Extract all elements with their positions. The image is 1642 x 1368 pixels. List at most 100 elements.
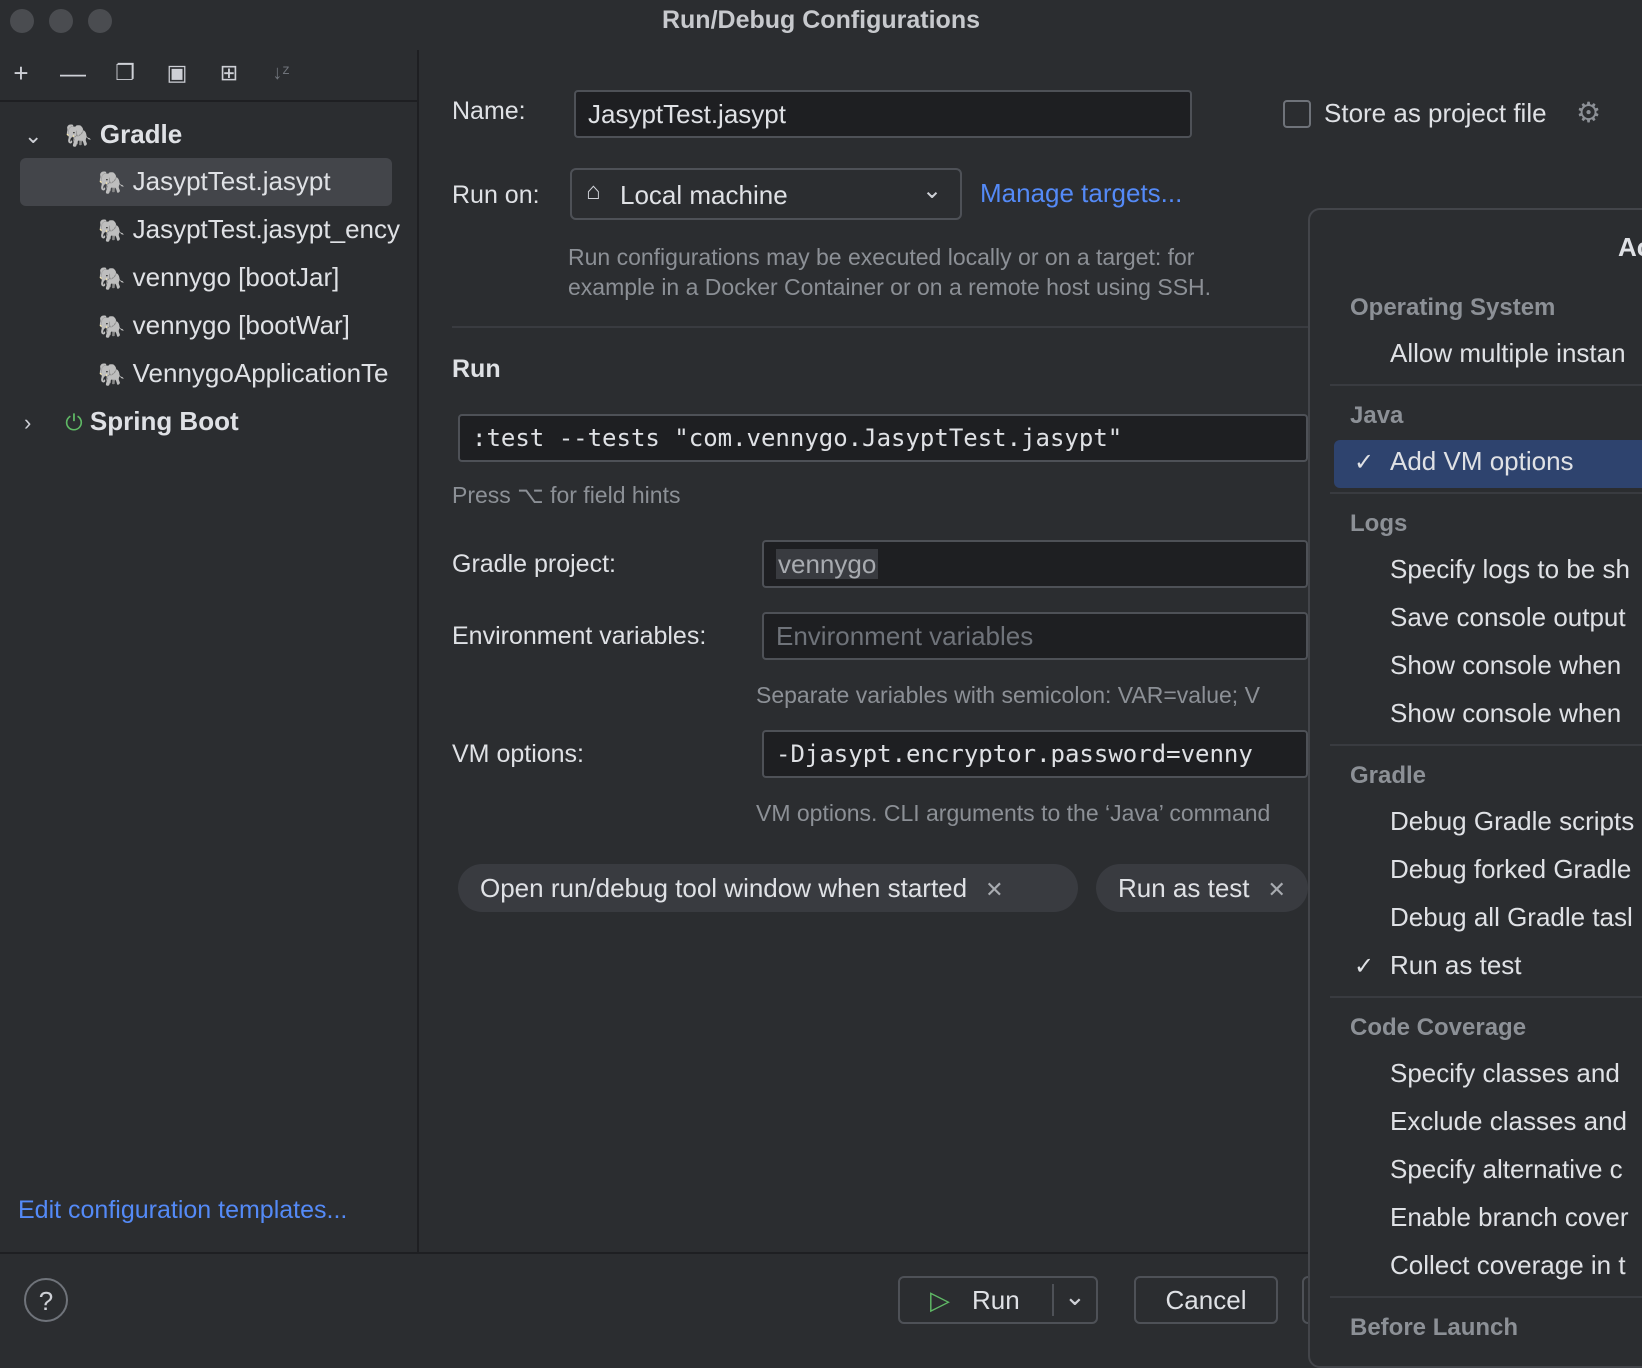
env-variables-input[interactable]: Environment variables [762,612,1308,660]
checkmark-icon: ✓ [1354,953,1375,980]
tree-item-label: vennygo [bootJar] [132,262,340,292]
option-enable-branch-coverage[interactable]: Enable branch cover [1390,1202,1628,1233]
option-exclude-classes[interactable]: Exclude classes and [1390,1106,1627,1137]
gradle-config-icon: 🐘 [98,266,126,291]
window-title: Run/Debug Configurations [661,6,981,34]
tree-item-bootjar[interactable]: 🐘 vennygo [bootJar] [98,254,416,300]
help-button[interactable]: ? [24,1278,68,1322]
section-divider [452,326,1308,328]
option-specify-classes[interactable]: Specify classes and [1390,1058,1620,1089]
run-split-button: ▷ Run ⌄ [898,1276,1098,1324]
vm-options-hint: VM options. CLI arguments to the ‘Java’ … [756,800,1271,826]
remove-icon[interactable]: — [56,56,90,90]
vm-options-input[interactable]: -Djasypt.encryptor.password=venny [762,730,1308,778]
group-gradle: Gradle [1350,762,1427,789]
tree-group-spring-boot[interactable]: › ⏻ Spring Boot [24,398,414,444]
chevron-down-icon: ⌄ [922,177,943,204]
new-folder-icon[interactable]: ⊞ [212,56,246,90]
option-show-console-stdout[interactable]: Show console when [1390,650,1621,681]
option-add-vm-options[interactable]: Add VM options [1390,446,1574,477]
sort-icon[interactable]: ↓ᶻ [264,56,298,90]
tree-item-bootwar[interactable]: 🐘 vennygo [bootWar] [98,302,416,348]
chevron-down-icon[interactable]: ⌄ [1064,1274,1086,1318]
checkmark-icon: ✓ [1354,449,1375,476]
gear-icon[interactable]: ⚙ [1576,96,1601,129]
tree-item-jasypttest-ency[interactable]: 🐘 JasyptTest.jasypt_ency [98,206,416,252]
tree-item-label: VennygoApplicationTe [132,358,389,388]
toolbar-divider [0,100,417,102]
option-debug-all-tasks[interactable]: Debug all Gradle tasl [1390,902,1633,933]
run-icon: ▷ [930,1285,950,1315]
close-icon[interactable]: ✕ [985,877,1003,902]
manage-targets-link[interactable]: Manage targets... [980,178,1182,209]
split-divider [1052,1284,1054,1316]
option-specify-alternative[interactable]: Specify alternative c [1390,1154,1623,1185]
run-button[interactable]: Run [972,1278,1020,1322]
tree-item-jasypttest[interactable]: 🐘 JasyptTest.jasypt [98,158,416,204]
gradle-config-icon: 🐘 [98,314,126,339]
tree-item-label: JasyptTest.jasypt [132,166,331,196]
field-hints-text: Press ⌥ for field hints [452,482,681,508]
run-on-dropdown[interactable]: ⌂ Local machine ⌄ [570,168,962,220]
option-run-as-test[interactable]: Run as test [1390,950,1522,981]
run-on-value: Local machine [620,180,788,210]
gradle-config-icon: 🐘 [98,218,126,243]
option-specify-logs[interactable]: Specify logs to be sh [1390,554,1630,585]
tree-group-label: Spring Boot [89,406,239,436]
tree-item-label: JasyptTest.jasypt_ency [132,214,400,244]
name-input[interactable]: JasyptTest.jasypt [574,90,1192,138]
run-on-hint-line2: example in a Docker Container or on a re… [568,274,1212,300]
option-debug-gradle-scripts[interactable]: Debug Gradle scripts [1390,806,1634,837]
option-debug-forked[interactable]: Debug forked Gradle [1390,854,1631,885]
option-allow-multiple[interactable]: Allow multiple instan [1390,338,1626,369]
gradle-project-input[interactable]: vennygo [762,540,1308,588]
tree-item-application-test[interactable]: 🐘 VennygoApplicationTe [98,350,416,396]
copy-icon[interactable]: ❐ [108,56,142,90]
option-collect-coverage[interactable]: Collect coverage in t [1390,1250,1626,1281]
chip-label: Run as test [1118,873,1250,903]
tree-group-label: Gradle [99,119,183,149]
run-section-title: Run [452,355,501,383]
gradle-icon: 🐘 [65,123,93,148]
save-icon[interactable]: ▣ [160,56,194,90]
popup-separator [1330,492,1642,494]
home-icon: ⌂ [586,178,601,205]
tree-item-label: vennygo [bootWar] [132,310,350,340]
name-label: Name: [452,97,526,125]
run-on-hint-line1: Run configurations may be executed local… [568,244,1195,270]
env-variables-hint: Separate variables with semicolon: VAR=v… [756,682,1260,708]
chip-run-as-test: Run as test ✕ [1096,864,1308,912]
group-java: Java [1350,402,1404,429]
gradle-project-value: vennygo [776,549,879,579]
store-project-label: Store as project file [1324,98,1547,128]
option-save-console[interactable]: Save console output [1390,602,1626,633]
add-icon[interactable]: + [4,56,38,90]
gradle-config-icon: 🐘 [98,362,126,387]
store-project-checkbox[interactable] [1283,100,1311,128]
option-show-console-stderr[interactable]: Show console when [1390,698,1621,729]
cancel-button[interactable]: Cancel [1134,1276,1278,1324]
popup-separator [1330,1296,1642,1298]
group-operating-system: Operating System [1350,294,1556,321]
env-variables-label: Environment variables: [452,622,707,650]
chip-open-tool-window: Open run/debug tool window when started ✕ [458,864,1078,912]
chevron-right-icon: › [24,410,32,435]
run-on-label: Run on: [452,181,540,209]
edit-templates-link[interactable]: Edit configuration templates... [18,1196,347,1225]
spring-boot-icon: ⏻ [65,410,83,435]
popup-separator [1330,996,1642,998]
modify-options-popup: Ac Operating System Allow multiple insta… [1308,208,1642,1368]
popup-separator [1330,744,1642,746]
chip-label: Open run/debug tool window when started [480,873,968,903]
group-code-coverage: Code Coverage [1350,1014,1527,1041]
close-icon[interactable]: ✕ [1268,877,1286,902]
gradle-config-icon: 🐘 [98,170,126,195]
vm-options-label: VM options: [452,740,585,768]
tree-group-gradle[interactable]: ⌄ 🐘 Gradle [24,111,414,157]
group-before-launch: Before Launch [1350,1314,1519,1341]
popup-separator [1330,384,1642,386]
popup-title: Ac [1618,232,1642,262]
run-command-input[interactable]: :test --tests "com.vennygo.JasyptTest.ja… [458,414,1308,462]
gradle-project-label: Gradle project: [452,550,616,578]
group-logs: Logs [1350,510,1408,537]
